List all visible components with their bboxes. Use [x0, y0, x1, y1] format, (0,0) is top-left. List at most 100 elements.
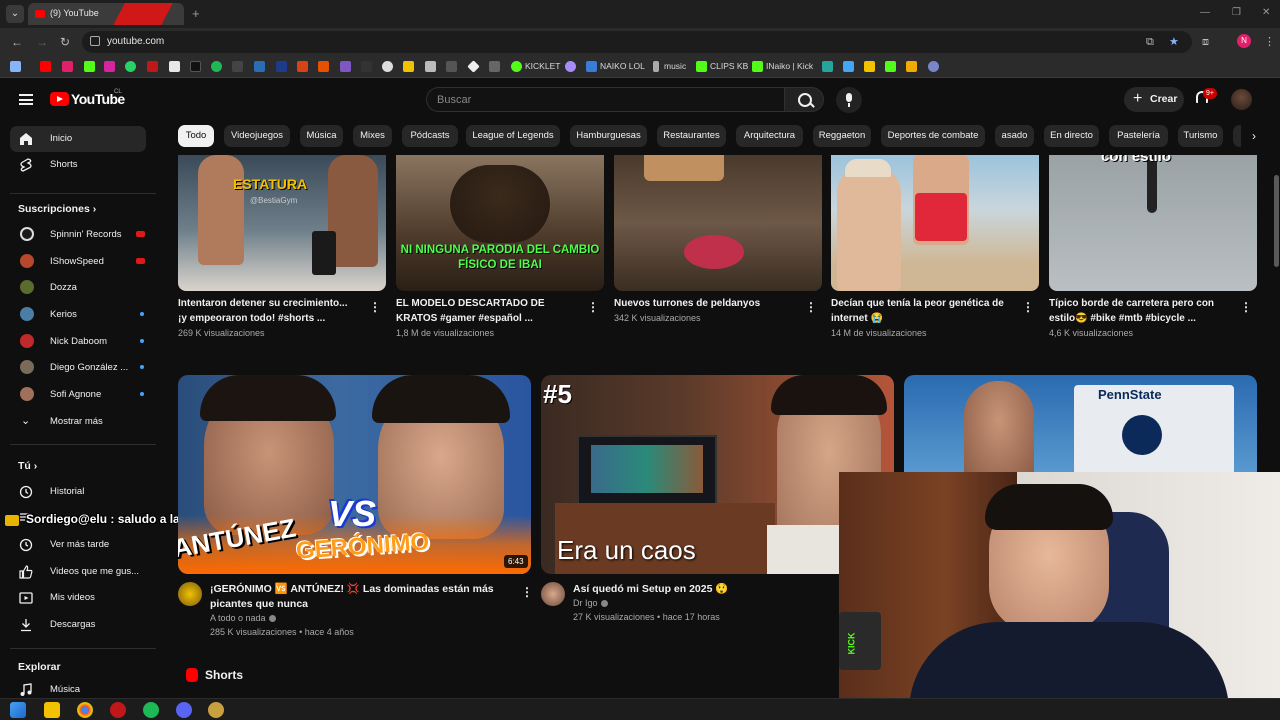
chip-en-directo[interactable]: En directo — [1044, 125, 1099, 147]
restore-icon[interactable]: ❐ — [1232, 7, 1241, 18]
discord-icon[interactable] — [176, 702, 192, 718]
sidebar-show-more[interactable]: ⌄ Mostrar más — [10, 409, 146, 435]
more-options-icon[interactable]: ⋮ — [1240, 300, 1252, 314]
sidebar-subscription-kerios[interactable]: Kerios — [10, 302, 146, 328]
menu-hamburger-icon[interactable] — [19, 94, 33, 105]
forward-icon[interactable]: → — [36, 35, 48, 49]
sidebar-item-inicio[interactable]: Inicio — [10, 126, 146, 152]
bookmark-icon[interactable] — [297, 61, 308, 72]
more-options-icon[interactable]: ⋮ — [805, 300, 817, 314]
file-explorer-icon[interactable] — [44, 702, 60, 718]
short-thumbnail[interactable] — [831, 155, 1039, 291]
whatsapp-bookmark-icon[interactable] — [125, 61, 136, 72]
twitch-bookmark-icon[interactable] — [62, 61, 73, 72]
bookmark-icon[interactable] — [822, 61, 833, 72]
bookmark-inaiko-kick[interactable]: INaiko | Kick — [766, 61, 813, 71]
channel-avatar[interactable] — [178, 582, 202, 606]
more-options-icon[interactable]: ⋮ — [369, 300, 381, 314]
bookmark-icon[interactable] — [147, 61, 158, 72]
sidebar-subscription-spinnin-records[interactable]: Spinnin' Records — [10, 222, 146, 248]
sidebar-subscription-diego-gonzalez[interactable]: Diego González ... — [10, 355, 146, 381]
bookmark-icon[interactable] — [361, 61, 372, 72]
site-info-icon[interactable] — [90, 36, 100, 46]
bookmark-icon[interactable] — [843, 61, 854, 72]
more-options-icon[interactable]: ⋮ — [587, 300, 599, 314]
kick-bookmark-icon[interactable] — [84, 61, 95, 72]
chip-musica[interactable]: Música — [300, 125, 343, 147]
new-tab-icon[interactable]: + — [192, 6, 200, 21]
video-channel[interactable]: A todo o nada — [210, 613, 276, 623]
sidebar-item-videos-que-me-gustan[interactable]: Videos que me gus... — [10, 559, 146, 585]
short-title[interactable]: Decían que tenía la peor genética de int… — [831, 296, 1011, 326]
chip-reggaeton[interactable]: Reggaeton — [813, 125, 871, 147]
x-bookmark-icon[interactable] — [169, 61, 180, 72]
chip-arquitectura[interactable]: Arquitectura — [736, 125, 803, 147]
taskbar-app-icon[interactable] — [208, 702, 224, 718]
bookmark-naiko-lol[interactable]: NAIKO LOL — [600, 61, 645, 71]
minimize-icon[interactable]: — — [1200, 7, 1210, 18]
tiktok-bookmark-icon[interactable] — [190, 61, 201, 72]
chip-pasteleria[interactable]: Pastelería — [1109, 125, 1168, 147]
chip-podcasts[interactable]: Pódcasts — [402, 125, 458, 147]
chrome-icon[interactable] — [77, 702, 93, 718]
browser-tab-youtube[interactable]: (9) YouTube ✕ — [28, 3, 184, 25]
omnibox[interactable]: youtube.com — [82, 31, 1192, 53]
browser-menu-icon[interactable]: ⋮ — [1264, 35, 1275, 48]
profile-avatar[interactable]: N — [1237, 34, 1251, 48]
short-title[interactable]: Típico borde de carretera pero con estil… — [1049, 296, 1229, 326]
chip-restaurantes[interactable]: Restaurantes — [657, 125, 726, 147]
video-channel[interactable]: Dr Igo — [573, 598, 608, 608]
spotify-icon[interactable] — [143, 702, 159, 718]
video-title[interactable]: Así quedó mi Setup en 2025 😲 — [573, 582, 833, 597]
subscriptions-title[interactable]: Suscripciones › — [18, 203, 96, 215]
bookmark-icon[interactable] — [565, 61, 576, 72]
short-thumbnail[interactable]: con estilo — [1049, 155, 1257, 291]
bookmark-icon[interactable] — [254, 61, 265, 72]
reload-icon[interactable]: ↻ — [60, 35, 70, 49]
sidebar-item-historial[interactable]: Historial — [10, 479, 146, 505]
chip-asado[interactable]: asado — [995, 125, 1034, 147]
sidebar-item-mis-videos[interactable]: Mis videos — [10, 585, 146, 611]
sidebar-subscription-dozza[interactable]: Dozza — [10, 275, 146, 301]
bookmark-icon[interactable] — [425, 61, 436, 72]
tab-search-icon[interactable]: ⌄ — [6, 5, 24, 23]
cast-icon[interactable]: ⧉ — [1146, 36, 1154, 49]
chip-videojuegos[interactable]: Videojuegos — [224, 125, 290, 147]
bookmark-icon[interactable] — [232, 61, 243, 72]
bookmark-icon[interactable] — [467, 60, 480, 73]
sidebar-item-descargas[interactable]: Descargas — [10, 612, 146, 638]
bookmark-clips-kb[interactable]: CLIPS KB — [710, 61, 748, 71]
bookmark-icon[interactable] — [489, 61, 500, 72]
bookmark-music[interactable]: music — [664, 61, 686, 71]
create-button[interactable]: + Crear — [1124, 87, 1184, 112]
chip-mixes[interactable]: Mixes — [353, 125, 392, 147]
windows-start-icon[interactable] — [10, 702, 26, 718]
sidebar-item-shorts[interactable]: Shorts — [10, 152, 146, 178]
bookmark-icon[interactable] — [318, 61, 329, 72]
bookmark-kicklet[interactable]: KICKLET — [525, 61, 560, 71]
search-button[interactable] — [784, 87, 824, 112]
more-options-icon[interactable]: ⋮ — [521, 585, 533, 599]
chips-next-chevron-icon[interactable]: › — [1241, 125, 1267, 147]
spotify-bookmark-icon[interactable] — [211, 61, 222, 72]
short-thumbnail[interactable]: NI NINGUNA PARODIA DEL CAMBIO FÍSICO DE … — [396, 155, 604, 291]
you-title[interactable]: Tú › — [18, 460, 37, 472]
page-scrollbar[interactable] — [1274, 175, 1279, 267]
bookmark-icon[interactable] — [928, 61, 939, 72]
extensions-icon[interactable]: ⧈ — [1202, 36, 1209, 49]
short-title[interactable]: Nuevos turrones de peldanyos — [614, 296, 794, 311]
sidebar-item-ver-mas-tarde[interactable]: Ver más tarde — [10, 532, 146, 558]
sidebar-subscription-sofi-agnone[interactable]: Sofi Agnone — [10, 382, 146, 408]
chip-hamburguesas[interactable]: Hamburguesas — [570, 125, 647, 147]
bookmark-icon[interactable] — [276, 61, 287, 72]
account-avatar[interactable] — [1231, 89, 1252, 110]
sidebar-subscription-nick-daboom[interactable]: Nick Daboom — [10, 329, 146, 355]
instagram-bookmark-icon[interactable] — [104, 61, 115, 72]
youtube-logo-icon[interactable] — [50, 92, 69, 106]
short-title[interactable]: EL MODELO DESCARTADO DE KRATOS #gamer #e… — [396, 296, 576, 326]
youtube-bookmark-icon[interactable] — [40, 61, 51, 72]
bookmark-icon[interactable] — [906, 61, 917, 72]
chip-todo[interactable]: Todo — [178, 125, 214, 147]
video-title[interactable]: ¡GERÓNIMO 🆚 ANTÚNEZ! 💢 Las dominadas est… — [210, 582, 515, 612]
bookmark-icon[interactable] — [340, 61, 351, 72]
